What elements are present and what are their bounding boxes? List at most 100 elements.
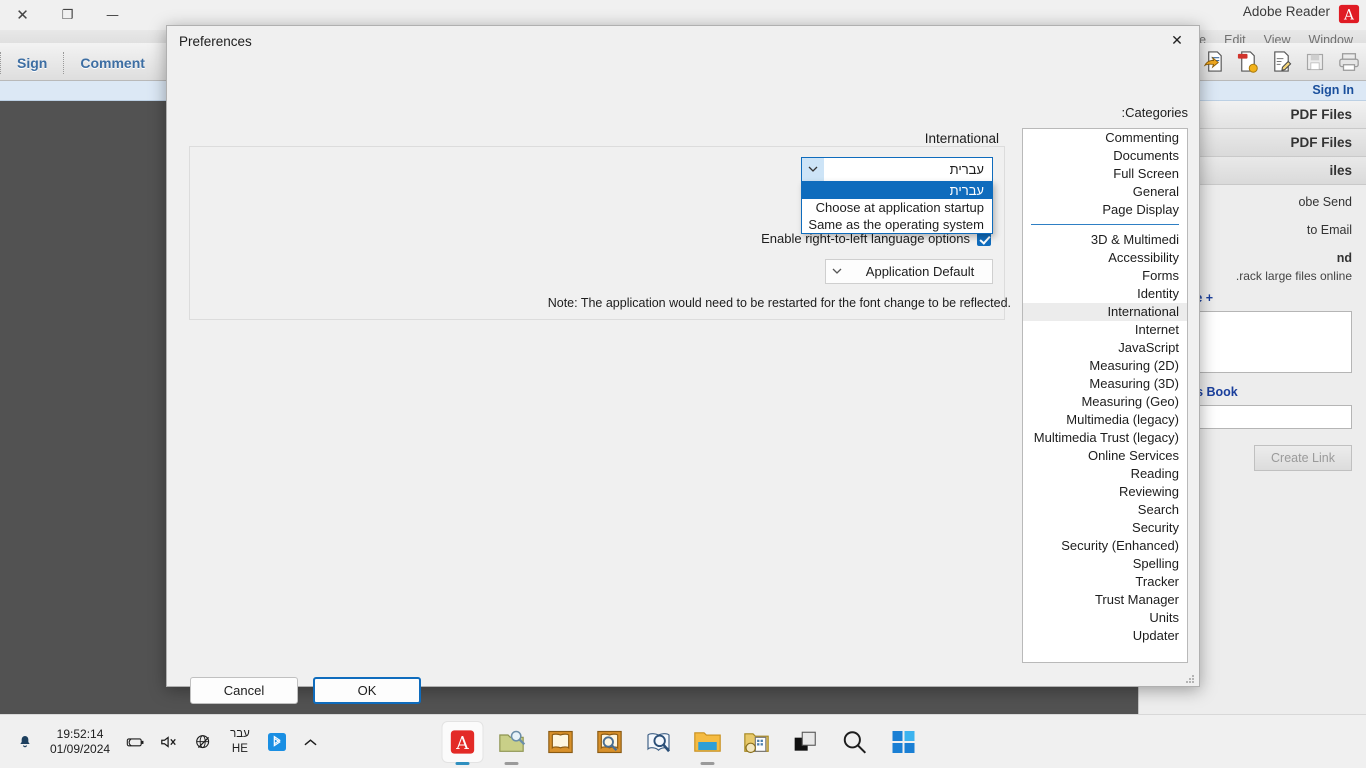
category-item[interactable]: Spelling — [1023, 555, 1187, 573]
category-item[interactable]: Security (Enhanced) — [1023, 537, 1187, 555]
category-item[interactable]: Page Display — [1023, 201, 1187, 219]
category-item[interactable]: Reviewing — [1023, 483, 1187, 501]
export-pdf-icon[interactable] — [1196, 45, 1230, 79]
taskbar-calculator-folder-icon[interactable] — [737, 722, 777, 762]
taskbar-windows-start-icon[interactable] — [884, 722, 924, 762]
category-item[interactable]: Online Services — [1023, 447, 1187, 465]
edit-pdf-icon[interactable] — [1264, 45, 1298, 79]
category-item[interactable]: Full Screen — [1023, 165, 1187, 183]
category-item[interactable]: Updater — [1023, 627, 1187, 645]
language-indicator[interactable]: עבר HE — [222, 727, 258, 757]
application-language-value: עברית — [949, 162, 984, 177]
taskbar-folder-search-icon[interactable] — [492, 722, 532, 765]
ok-button[interactable]: OK — [313, 677, 421, 704]
network-disconnected-icon[interactable] — [188, 725, 218, 759]
resize-grip-icon[interactable] — [1184, 673, 1196, 685]
application-language-dropdown[interactable]: עברית Choose at application startup Same a… — [801, 181, 993, 234]
category-item[interactable]: Commenting — [1023, 129, 1187, 147]
print-icon[interactable] — [1332, 45, 1366, 79]
taskbar-layers-icon[interactable] — [786, 722, 826, 762]
running-indicator — [455, 762, 470, 765]
categories-divider — [1031, 224, 1179, 225]
category-item[interactable]: International — [1023, 303, 1187, 321]
category-item[interactable]: Measuring (2D) — [1023, 357, 1187, 375]
dropdown-option[interactable]: עברית — [802, 182, 992, 199]
dialog-title: Preferences — [179, 34, 252, 49]
reader-app-title: Adobe Reader — [1242, 4, 1330, 19]
command-separator — [0, 52, 1, 74]
category-item[interactable]: Measuring (Geo) — [1023, 393, 1187, 411]
select-font-value: Application Default — [865, 264, 975, 279]
categories-group-top: Commenting Documents Full Screen General Pag… — [1023, 129, 1187, 219]
sign-in-link[interactable]: Sign In — [1312, 83, 1354, 97]
chevron-down-icon[interactable] — [802, 158, 824, 181]
category-item[interactable]: Multimedia Trust (legacy) — [1023, 429, 1187, 447]
preferences-dialog: Preferences ✕ :Categories Commenting Docu… — [166, 25, 1200, 704]
window-maximize-icon[interactable]: ❐ — [45, 0, 90, 30]
application-language-combobox[interactable]: עברית — [801, 157, 993, 182]
bluetooth-icon[interactable] — [262, 725, 292, 759]
running-indicator — [504, 762, 519, 765]
reader-command-bar: Comment Sign — [0, 46, 161, 80]
clock[interactable]: 19:52:14 01/09/2024 — [44, 727, 116, 757]
category-item[interactable]: Units — [1023, 609, 1187, 627]
system-tray: 19:52:14 01/09/2024 עבר HE — [0, 715, 326, 768]
comment-button[interactable]: Comment — [64, 46, 161, 80]
category-item[interactable]: Internet — [1023, 321, 1187, 339]
sign-button[interactable]: Sign — [1, 46, 63, 80]
command-separator — [63, 52, 65, 74]
taskbar-apps: A — [442, 715, 924, 768]
category-item[interactable]: Identity — [1023, 285, 1187, 303]
window-controls: ✕ ❐ — — [0, 0, 135, 30]
taskbar-search-icon[interactable] — [835, 722, 875, 762]
preferences-titlebar: Preferences ✕ — [167, 26, 1199, 58]
svg-text:A: A — [1343, 8, 1355, 24]
category-item[interactable]: Multimedia (legacy) — [1023, 411, 1187, 429]
category-item[interactable]: Measuring (3D) — [1023, 375, 1187, 393]
taskbar-adobe-reader-icon[interactable]: A — [442, 722, 483, 765]
cancel-button[interactable]: Cancel — [190, 677, 298, 704]
battery-icon[interactable] — [120, 725, 150, 759]
taskbar-book-icon[interactable] — [541, 722, 581, 762]
language-code: HE — [231, 743, 248, 755]
category-item[interactable]: Reading — [1023, 465, 1187, 483]
category-item[interactable]: Trust Manager — [1023, 591, 1187, 609]
chevron-down-icon[interactable] — [826, 260, 848, 283]
section-title: International — [924, 131, 999, 146]
taskbar-file-explorer-icon[interactable] — [688, 722, 728, 765]
bell-icon[interactable] — [10, 725, 40, 759]
close-icon[interactable]: ✕ — [1155, 26, 1199, 56]
svg-text:A: A — [455, 734, 469, 754]
clock-time: 19:52:14 — [56, 727, 104, 741]
category-item[interactable]: Documents — [1023, 147, 1187, 165]
category-item[interactable]: Forms — [1023, 267, 1187, 285]
window-minimize-icon[interactable]: — — [90, 0, 135, 30]
categories-list[interactable]: Commenting Documents Full Screen General Pag… — [1022, 128, 1188, 663]
language-native: עבר — [230, 728, 250, 740]
save-icon[interactable] — [1298, 45, 1332, 79]
create-pdf-icon[interactable] — [1230, 45, 1264, 79]
category-item[interactable]: JavaScript — [1023, 339, 1187, 357]
running-indicator — [700, 762, 715, 765]
adobe-logo-icon: A — [1338, 4, 1360, 24]
categories-label: :Categories — [1121, 105, 1188, 120]
clock-date: 01/09/2024 — [50, 742, 111, 756]
category-item[interactable]: Tracker — [1023, 573, 1187, 591]
category-item[interactable]: 3D & Multimedi — [1023, 231, 1187, 249]
category-item[interactable]: Search — [1023, 501, 1187, 519]
category-item[interactable]: General — [1023, 183, 1187, 201]
speaker-muted-icon[interactable] — [154, 725, 184, 759]
dropdown-option[interactable]: Same as the operating system — [802, 216, 992, 233]
chevron-up-icon[interactable] — [296, 725, 326, 759]
taskbar: 19:52:14 01/09/2024 עבר HE A — [0, 714, 1366, 768]
taskbar-book-magnify-icon[interactable] — [639, 722, 679, 762]
taskbar-book-search-icon[interactable] — [590, 722, 630, 762]
preferences-body: :Categories Commenting Documents Full Scre… — [167, 58, 1199, 704]
category-item[interactable]: Accessibility — [1023, 249, 1187, 267]
select-font-combobox[interactable]: Application Default — [825, 259, 993, 284]
window-close-icon[interactable]: ✕ — [0, 0, 45, 30]
categories-group-bottom: 3D & Multimedi Accessibility Forms Identity… — [1023, 231, 1187, 645]
create-link-button[interactable]: Create Link — [1254, 445, 1352, 471]
dropdown-option[interactable]: Choose at application startup — [802, 199, 992, 216]
category-item[interactable]: Security — [1023, 519, 1187, 537]
